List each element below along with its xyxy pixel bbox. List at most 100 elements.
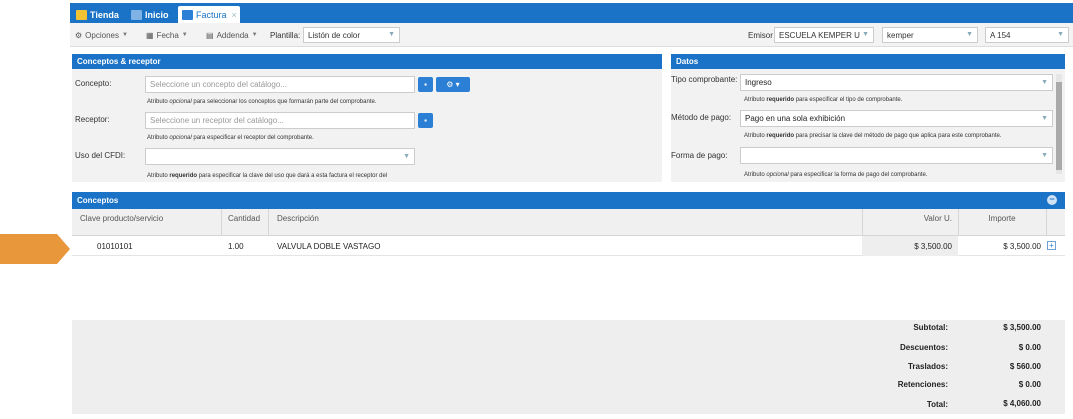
tab-label: Tienda [90,9,119,20]
subtotal-value: $ 3,500.00 [1003,323,1041,332]
fecha-label: Fecha [156,30,179,40]
retenciones-value: $ 0.00 [1018,380,1041,389]
serie-value: A 154 [990,30,1011,40]
column-divider [862,209,863,236]
chevron-down-icon: ▼ [966,31,973,38]
concepto-hint: Atributo opcional para seleccionar los c… [147,99,377,105]
serie-select[interactable]: A 154 ▼ [985,27,1069,43]
chevron-down-icon: ▼ [862,31,869,38]
total-value: $ 4,060.00 [1003,399,1041,408]
tab-tienda[interactable]: Tienda [72,6,124,23]
close-tab-icon[interactable]: × [232,10,237,20]
column-header-importe[interactable]: Importe [963,214,1041,223]
user-value: kemper [887,30,914,40]
chevron-down-icon: ▼ [181,32,188,38]
retenciones-label: Retenciones: [897,380,948,389]
row-valor: $ 3,500.00 [914,242,952,251]
receptor-hint: Atributo opcional para especificar el re… [147,135,314,141]
column-header-valor[interactable]: Valor U. [868,214,952,223]
chevron-down-icon: ▼ [403,153,410,160]
tipo-comprobante-hint: Atributo requerido para especificar el t… [744,97,903,103]
tab-label: Factura [196,9,227,20]
user-select[interactable]: kemper ▼ [882,27,978,43]
concepto-placeholder: Seleccione un concepto del catálogo... [150,80,287,89]
tipo-comprobante-select[interactable]: Ingreso ▼ [740,74,1053,91]
row-descripcion: VALVULA DOBLE VASTAGO [277,242,381,251]
metodo-pago-select[interactable]: Pago en una sola exhibición ▼ [740,110,1053,127]
chevron-down-icon: ▼ [1057,31,1064,38]
concepto-settings-button[interactable]: ⚙ ▾ [436,77,470,92]
add-receptor-button[interactable]: ▪ [418,113,433,128]
row-clave: 01010101 [97,242,133,251]
addenda-button[interactable]: ▤ Addenda ▼ [203,27,261,43]
emisor-value: ESCUELA KEMPER U [779,30,860,40]
opciones-button[interactable]: ⚙ Opciones ▼ [72,27,131,43]
receptor-label: Receptor: [75,115,110,124]
descuentos-label: Descuentos: [899,343,948,352]
column-divider [958,209,959,236]
concepto-input[interactable]: Seleccione un concepto del catálogo... [145,76,415,93]
scrollbar-thumb[interactable] [1056,82,1062,170]
chevron-down-icon: ▼ [1041,79,1048,86]
descuentos-value: $ 0.00 [1018,343,1041,352]
addenda-label: Addenda [216,30,249,40]
opciones-label: Opciones [85,30,119,40]
document-icon: ▤ [206,30,214,40]
chevron-down-icon: ▼ [1041,152,1048,159]
column-header-clave[interactable]: Clave producto/servicio [80,214,163,223]
forma-pago-select[interactable]: ▼ [740,147,1053,164]
calendar-icon: ▦ [146,30,154,40]
gear-icon: ⚙ [75,30,83,40]
emisor-select[interactable]: ESCUELA KEMPER U ▼ [774,27,874,43]
column-divider [268,209,269,236]
traslados-label: Traslados: [907,362,948,371]
metodo-pago-hint: Atributo requerido para precisar la clav… [744,133,1002,139]
invoice-icon [182,9,193,20]
total-label: Total: [926,400,948,409]
datos-scrollbar[interactable] [1056,74,1062,174]
collapse-icon[interactable]: − [1047,195,1057,205]
metodo-pago-label: Método de pago: [671,113,732,122]
expand-row-icon[interactable]: + [1047,241,1056,250]
plantilla-value: Listón de color [308,30,361,40]
pointer-arrow-icon [0,234,70,264]
add-concepto-button[interactable]: ▪ [418,77,433,92]
receptor-input[interactable]: Seleccione un receptor del catálogo... [145,112,415,129]
document-add-icon: ▪ [424,80,427,89]
forma-pago-label: Forma de pago: [671,151,728,160]
column-header-descripcion[interactable]: Descripción [277,214,319,223]
tab-bar: Tienda Inicio Factura × [70,3,1073,23]
chevron-down-icon: ▼ [251,32,258,38]
concepto-label: Concepto: [75,79,112,88]
tipo-comprobante-value: Ingreso [745,78,772,87]
column-header-cantidad[interactable]: Cantidad [228,214,260,223]
plantilla-label: Plantilla: [270,31,301,40]
receptor-placeholder: Seleccione un receptor del catálogo... [150,116,284,125]
toolbar: ⚙ Opciones ▼ ▦ Fecha ▼ ▤ Addenda ▼ Plant… [70,23,1073,47]
traslados-value: $ 560.00 [1009,362,1041,371]
row-cantidad: 1.00 [228,242,244,251]
conceptos-title: Conceptos [77,196,119,205]
conceptos-receptor-header: Conceptos & receptor [72,54,662,69]
tab-label: Inicio [145,9,169,20]
uso-cfdi-hint: Atributo requerido para especificar la c… [147,173,388,179]
uso-cfdi-select[interactable]: ▼ [145,148,415,165]
tab-inicio[interactable]: Inicio [127,6,177,23]
metodo-pago-value: Pago en una sola exhibición [745,114,846,123]
plantilla-select[interactable]: Listón de color ▼ [303,27,400,43]
column-divider [221,209,222,236]
home-icon [131,9,142,20]
emisor-label: Emisor [748,31,773,40]
fecha-button[interactable]: ▦ Fecha ▼ [143,27,191,43]
tab-factura[interactable]: Factura × [178,6,240,23]
store-icon [76,9,87,20]
forma-pago-hint: Atributo opcional para especificar la fo… [744,172,928,178]
row-importe: $ 3,500.00 [1003,242,1041,251]
chevron-down-icon: ▼ [1041,115,1048,122]
uso-cfdi-label: Uso del CFDI: [75,151,126,160]
gear-icon: ⚙ ▾ [446,80,460,89]
conceptos-header: Conceptos − [72,192,1065,209]
chevron-down-icon: ▼ [388,31,395,38]
document-add-icon: ▪ [424,116,427,125]
subtotal-label: Subtotal: [913,323,948,332]
